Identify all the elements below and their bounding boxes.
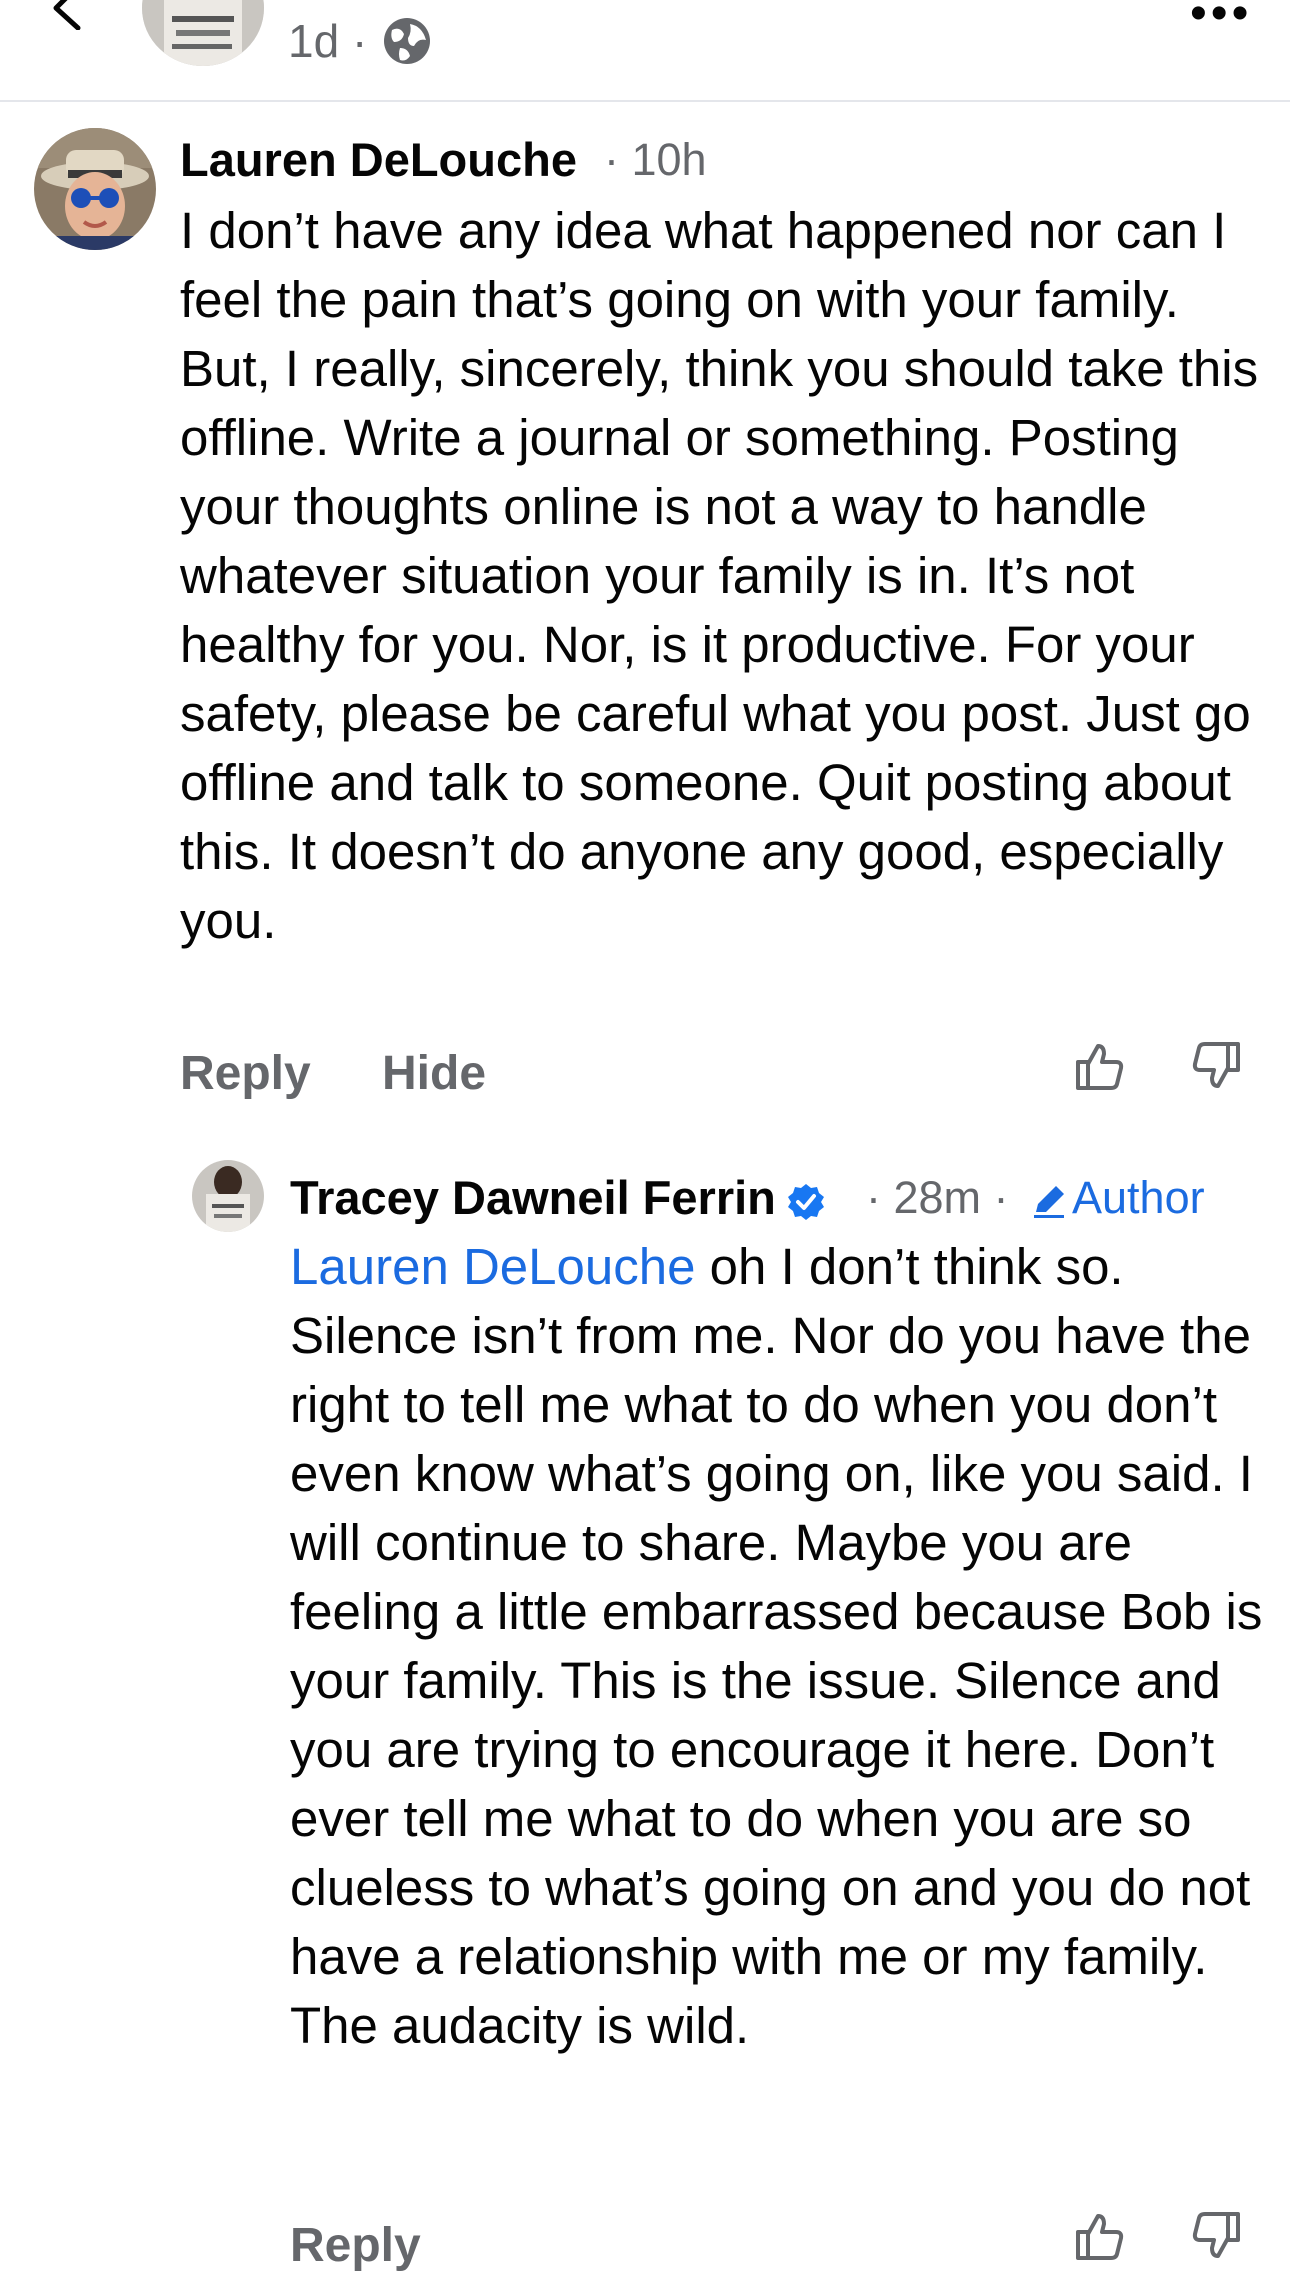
upvote-icon[interactable]: [1070, 1038, 1126, 1094]
author-badge: Author: [1030, 1172, 1205, 1224]
reply-button[interactable]: Reply: [290, 2218, 421, 2273]
globe-icon: [384, 18, 430, 64]
hide-button[interactable]: Hide: [382, 1046, 486, 1101]
comment-timestamp: · 28m ·: [866, 1172, 1009, 1223]
post-header: 1d · •••: [0, 0, 1290, 102]
post-timestamp: 1d ·: [288, 15, 368, 67]
comment-timestamp: · 10h: [604, 134, 707, 185]
downvote-icon[interactable]: [1190, 2208, 1246, 2264]
more-options-icon[interactable]: •••: [1190, 0, 1252, 41]
comment-text: Lauren DeLouche oh I don’t think so. Sil…: [290, 1232, 1265, 2060]
commenter-avatar[interactable]: [192, 1160, 264, 1232]
commenter-avatar[interactable]: [34, 128, 156, 250]
commenter-name[interactable]: Tracey Dawneil Ferrin: [290, 1170, 826, 1225]
verified-badge-icon: [787, 1183, 824, 1220]
back-arrow-icon[interactable]: [48, 0, 88, 30]
reply-button[interactable]: Reply: [180, 1046, 311, 1101]
downvote-icon[interactable]: [1190, 1038, 1246, 1094]
pencil-icon: [1034, 1186, 1064, 1219]
commenter-name[interactable]: Lauren DeLouche: [180, 132, 577, 187]
comment-text: I don’t have any idea what happened nor …: [180, 202, 1259, 949]
reply-body: oh I don’t think so. Silence isn’t from …: [290, 1238, 1263, 2054]
post-author-avatar[interactable]: [142, 0, 264, 66]
upvote-icon[interactable]: [1070, 2208, 1126, 2264]
mention-link[interactable]: Lauren DeLouche: [290, 1238, 696, 1295]
